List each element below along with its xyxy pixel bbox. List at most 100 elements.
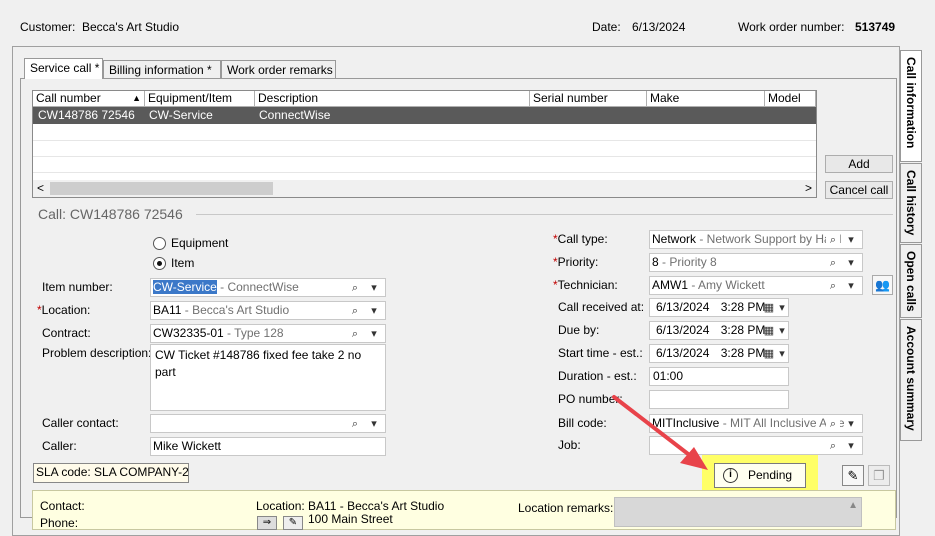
- contract-desc: - Type 128: [223, 326, 284, 340]
- search-icon[interactable]: ⌕: [826, 233, 840, 247]
- item-radio-label: Item: [171, 256, 195, 270]
- customer-label: Customer:: [20, 20, 76, 34]
- location-remarks-box[interactable]: ▲: [614, 497, 862, 527]
- job-label: Job:: [558, 438, 581, 452]
- priority-label-text: Priority:: [557, 255, 599, 269]
- start-time-time: 3:28 PM: [720, 346, 766, 360]
- dropdown-menu-icon[interactable]: ▾: [844, 439, 858, 453]
- annotation-arrow: [612, 395, 708, 470]
- cancel-call-button[interactable]: Cancel call: [825, 181, 893, 199]
- chevron-down-icon[interactable]: ▾: [775, 347, 788, 361]
- call-type-label-text: Call type:: [557, 232, 608, 246]
- column-header-call-number[interactable]: Call number ▲: [33, 91, 145, 107]
- start-time-date: 6/13/2024: [656, 346, 710, 360]
- side-tab-label: Call history: [904, 170, 918, 236]
- search-icon[interactable]: ⌕: [348, 417, 362, 431]
- edit-icon[interactable]: ✎: [283, 516, 303, 530]
- due-by-field[interactable]: 6/13/2024 3:28 PM ▦ ▾: [649, 321, 789, 340]
- search-icon[interactable]: ⌕: [826, 256, 840, 270]
- search-icon[interactable]: ⌕: [348, 281, 362, 295]
- caller-field[interactable]: Mike Wickett: [150, 437, 386, 456]
- call-title: Call: CW148786 72546: [38, 206, 183, 222]
- chevron-down-icon[interactable]: ▾: [775, 324, 788, 338]
- tab-service-call[interactable]: Service call *: [24, 58, 103, 79]
- copy-icon[interactable]: ❐: [868, 465, 890, 486]
- tab-billing-information[interactable]: Billing information *: [103, 60, 221, 78]
- dropdown-menu-icon[interactable]: ▾: [844, 233, 858, 247]
- dropdown-menu-icon[interactable]: ▾: [367, 417, 381, 431]
- side-tab-call-information[interactable]: Call information: [900, 50, 922, 162]
- calendar-icon[interactable]: ▦: [762, 324, 776, 338]
- calendar-icon[interactable]: ▦: [762, 301, 776, 315]
- pending-status-icon: i: [723, 468, 738, 483]
- contract-field[interactable]: CW32335-01 - Type 128 ⌕ ▾: [150, 324, 386, 343]
- search-icon[interactable]: ⌕: [348, 327, 362, 341]
- start-time-label: Start time - est.:: [558, 346, 643, 360]
- start-time-field[interactable]: 6/13/2024 3:28 PM ▦ ▾: [649, 344, 789, 363]
- search-icon[interactable]: ⌕: [348, 304, 362, 318]
- problem-description-label: Problem description:: [42, 346, 152, 360]
- call-type-desc: - Network Support by Hard: [696, 232, 842, 246]
- cell-call-number: CW148786 72546: [38, 108, 135, 122]
- cell-description: ConnectWise: [259, 108, 331, 122]
- scroll-up-icon[interactable]: ▲: [848, 500, 858, 511]
- call-received-time: 3:28 PM: [720, 300, 766, 314]
- technician-label: *Technician:: [553, 278, 618, 292]
- add-button[interactable]: Add: [825, 155, 893, 173]
- work-order-label: Work order number:: [738, 20, 845, 34]
- search-icon[interactable]: ⌕: [826, 417, 840, 431]
- column-header-equipment[interactable]: Equipment/Item: [145, 91, 255, 107]
- technician-field[interactable]: AMW1 - Amy Wickett ⌕ ▾: [649, 276, 863, 295]
- column-header-model[interactable]: Model: [765, 91, 816, 107]
- problem-description-textarea[interactable]: CW Ticket #148786 fixed fee take 2 no pa…: [150, 344, 386, 411]
- column-header-description[interactable]: Description: [255, 91, 530, 107]
- cell-equipment: CW-Service: [149, 108, 213, 122]
- item-number-label: Item number:: [42, 280, 113, 294]
- search-icon[interactable]: ⌕: [826, 439, 840, 453]
- technician-label-text: Technician:: [557, 278, 618, 292]
- call-type-field[interactable]: Network - Network Support by Hard ⌕ ▾: [649, 230, 863, 249]
- location-desc: - Becca's Art Studio: [181, 303, 290, 317]
- column-header-make[interactable]: Make: [647, 91, 765, 107]
- dropdown-menu-icon[interactable]: ▾: [367, 327, 381, 341]
- duration-field[interactable]: 01:00: [649, 367, 789, 386]
- priority-field[interactable]: 8 - Priority 8 ⌕ ▾: [649, 253, 863, 272]
- dropdown-menu-icon[interactable]: ▾: [367, 304, 381, 318]
- tab-work-order-remarks[interactable]: Work order remarks: [221, 60, 336, 78]
- location-field[interactable]: BA11 - Becca's Art Studio ⌕ ▾: [150, 301, 386, 320]
- chevron-down-icon[interactable]: ▾: [775, 301, 788, 315]
- side-tab-account-summary[interactable]: Account summary: [900, 319, 922, 441]
- footer-address-value: 100 Main Street: [308, 512, 393, 526]
- equipment-radio[interactable]: [153, 237, 166, 250]
- attach-icon[interactable]: ✎: [842, 465, 864, 486]
- column-header-serial-number[interactable]: Serial number: [530, 91, 647, 107]
- equipment-radio-label: Equipment: [171, 236, 229, 250]
- location-remarks-label: Location remarks:: [518, 501, 614, 515]
- dropdown-menu-icon[interactable]: ▾: [844, 256, 858, 270]
- section-divider: [196, 214, 893, 215]
- row-divider: [33, 140, 816, 141]
- scroll-thumb[interactable]: [50, 182, 273, 195]
- calendar-icon[interactable]: ▦: [762, 347, 776, 361]
- search-icon[interactable]: ⌕: [826, 279, 840, 293]
- duration-label: Duration - est.:: [558, 369, 637, 383]
- map-icon[interactable]: ⇒: [257, 516, 277, 530]
- dropdown-menu-icon[interactable]: ▾: [367, 281, 381, 295]
- scroll-left-icon[interactable]: <: [37, 181, 44, 195]
- technician-lookup-icon[interactable]: 👥: [872, 275, 893, 295]
- scroll-right-icon[interactable]: >: [805, 181, 812, 195]
- dropdown-menu-icon[interactable]: ▾: [844, 279, 858, 293]
- contract-label: Contract:: [42, 326, 91, 340]
- call-received-field[interactable]: 6/13/2024 3:28 PM ▦ ▾: [649, 298, 789, 317]
- side-tab-open-calls[interactable]: Open calls: [900, 244, 922, 318]
- table-row[interactable]: CW148786 72546 CW-Service ConnectWise: [33, 107, 816, 124]
- horizontal-scrollbar[interactable]: < >: [33, 180, 816, 197]
- pending-button[interactable]: i Pending: [714, 463, 806, 488]
- calls-grid[interactable]: Call number ▲ Equipment/Item Description …: [32, 90, 817, 198]
- item-radio[interactable]: [153, 257, 166, 270]
- side-tab-call-history[interactable]: Call history: [900, 163, 922, 243]
- caller-contact-field[interactable]: ⌕ ▾: [150, 414, 386, 433]
- due-by-label: Due by:: [558, 323, 600, 337]
- dropdown-menu-icon[interactable]: ▾: [844, 417, 858, 431]
- item-number-field[interactable]: CW-Service - ConnectWise ⌕ ▾: [150, 278, 386, 297]
